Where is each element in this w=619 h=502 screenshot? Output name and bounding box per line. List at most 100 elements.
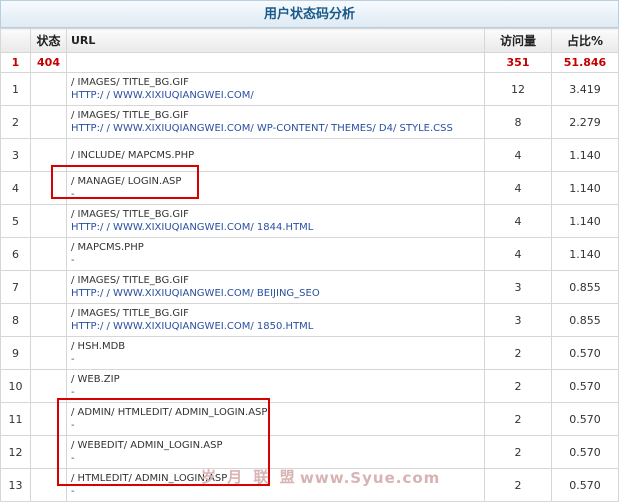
- table-row: 8 / IMAGES/ TITLE_BG.GIF HTTP:/ / WWW.XIXI…: [0, 303, 619, 337]
- status-code-table: 状态 URL 访问量 占比% 1 404 351 51.846 1 / IMAGE…: [0, 28, 619, 502]
- row-index: 4: [0, 171, 31, 205]
- row-visits: 2: [484, 435, 552, 469]
- report-title: 用户状态码分析: [0, 0, 619, 28]
- row-percent: 0.570: [551, 369, 619, 403]
- url-header: URL: [66, 28, 485, 53]
- row-status-cell: [30, 468, 67, 502]
- request-path: / WEB.ZIP: [71, 374, 120, 385]
- table-row: 3 / INCLUDE/ MAPCMS.PHP 4 1.140: [0, 138, 619, 172]
- summary-index: 1: [0, 52, 31, 73]
- row-url-cell: / MAPCMS.PHP -: [66, 237, 485, 271]
- row-percent: 0.855: [551, 270, 619, 304]
- row-visits: 8: [484, 105, 552, 139]
- request-path: / IMAGES/ TITLE_BG.GIF: [71, 209, 189, 220]
- table-row: 12 / WEBEDIT/ ADMIN_LOGIN.ASP -2 0.570: [0, 435, 619, 469]
- row-visits: 4: [484, 138, 552, 172]
- request-path: / IMAGES/ TITLE_BG.GIF: [71, 308, 189, 319]
- row-index: 3: [0, 138, 31, 172]
- row-url-cell: / WEBEDIT/ ADMIN_LOGIN.ASP -: [66, 435, 485, 469]
- row-visits: 3: [484, 270, 552, 304]
- table-row: 10 / WEB.ZIP -2 0.570: [0, 369, 619, 403]
- referrer-link[interactable]: -: [71, 188, 484, 201]
- row-visits: 2: [484, 336, 552, 370]
- row-visits: 3: [484, 303, 552, 337]
- referrer-link[interactable]: -: [71, 254, 484, 267]
- row-percent: 0.570: [551, 336, 619, 370]
- referrer-link[interactable]: HTTP:/ / WWW.XIXIUQIANGWEI.COM/: [71, 89, 484, 102]
- row-url-cell: / IMAGES/ TITLE_BG.GIF HTTP:/ / WWW.XIXIU…: [66, 303, 485, 337]
- table-row: 7 / IMAGES/ TITLE_BG.GIF HTTP:/ / WWW.XIXI…: [0, 270, 619, 304]
- row-visits: 4: [484, 237, 552, 271]
- row-status-cell: [30, 303, 67, 337]
- referrer-link[interactable]: -: [71, 353, 484, 366]
- row-percent: 0.570: [551, 468, 619, 502]
- row-status-cell: [30, 270, 67, 304]
- row-url-cell: / IMAGES/ TITLE_BG.GIF HTTP:/ / WWW.XIXIU…: [66, 72, 485, 106]
- watermark-url: www.Syue.com: [300, 469, 441, 487]
- request-path: / IMAGES/ TITLE_BG.GIF: [71, 77, 189, 88]
- row-percent: 3.419: [551, 72, 619, 106]
- row-url-cell: / IMAGES/ TITLE_BG.GIF HTTP:/ / WWW.XIXIU…: [66, 270, 485, 304]
- percent-header: 占比%: [551, 28, 619, 53]
- table-row: 11 / ADMIN/ HTMLEDIT/ ADMIN_LOGIN.ASP -2 0.…: [0, 402, 619, 436]
- summary-url: [66, 52, 485, 73]
- referrer-link[interactable]: -: [71, 386, 484, 399]
- request-path: / IMAGES/ TITLE_BG.GIF: [71, 110, 189, 121]
- referrer-link[interactable]: HTTP:/ / WWW.XIXIUQIANGWEI.COM/ BEIJING_…: [71, 287, 484, 300]
- request-path: / MANAGE/ LOGIN.ASP: [71, 176, 182, 187]
- referrer-link[interactable]: HTTP:/ / WWW.XIXIUQIANGWEI.COM/ WP-CONTE…: [71, 122, 484, 135]
- row-visits: 2: [484, 468, 552, 502]
- summary-percent: 51.846: [551, 52, 619, 73]
- row-index: 11: [0, 402, 31, 436]
- row-index: 9: [0, 336, 31, 370]
- request-path: / HSH.MDB: [71, 341, 126, 352]
- table-header-row: 状态 URL 访问量 占比%: [0, 28, 619, 53]
- row-status-cell: [30, 72, 67, 106]
- row-percent: 0.570: [551, 402, 619, 436]
- table-row: 9 / HSH.MDB -2 0.570: [0, 336, 619, 370]
- row-url-cell: / IMAGES/ TITLE_BG.GIF HTTP:/ / WWW.XIXIU…: [66, 204, 485, 238]
- referrer-link[interactable]: HTTP:/ / WWW.XIXIUQIANGWEI.COM/ 1850.HTM…: [71, 320, 484, 333]
- table-row: 6 / MAPCMS.PHP -4 1.140: [0, 237, 619, 271]
- row-url-cell: / WEB.ZIP -: [66, 369, 485, 403]
- row-url-cell: / ADMIN/ HTMLEDIT/ ADMIN_LOGIN.ASP -: [66, 402, 485, 436]
- row-visits: 2: [484, 369, 552, 403]
- row-status-cell: [30, 237, 67, 271]
- row-percent: 1.140: [551, 138, 619, 172]
- referrer-link[interactable]: -: [71, 452, 484, 465]
- row-status-cell: [30, 336, 67, 370]
- row-visits: 4: [484, 171, 552, 205]
- row-visits: 12: [484, 72, 552, 106]
- row-percent: 0.570: [551, 435, 619, 469]
- row-status-cell: [30, 204, 67, 238]
- row-status-cell: [30, 435, 67, 469]
- row-percent: 0.855: [551, 303, 619, 337]
- visits-header: 访问量: [484, 28, 552, 53]
- row-url-cell: / HSH.MDB -: [66, 336, 485, 370]
- table-row: 5 / IMAGES/ TITLE_BG.GIF HTTP:/ / WWW.XIXI…: [0, 204, 619, 238]
- table-row: 4/ MANAGE/ LOGIN.ASP -4 1.140: [0, 171, 619, 205]
- row-percent: 1.140: [551, 237, 619, 271]
- row-index: 8: [0, 303, 31, 337]
- row-status-cell: [30, 105, 67, 139]
- row-index: 1: [0, 72, 31, 106]
- row-percent: 2.279: [551, 105, 619, 139]
- table-row: 2 / IMAGES/ TITLE_BG.GIF HTTP:/ / WWW.XIXI…: [0, 105, 619, 139]
- row-percent: 1.140: [551, 171, 619, 205]
- row-index: 7: [0, 270, 31, 304]
- index-header: [0, 28, 31, 53]
- referrer-link[interactable]: -: [71, 419, 484, 432]
- row-url-cell: / IMAGES/ TITLE_BG.GIF HTTP:/ / WWW.XIXIU…: [66, 105, 485, 139]
- row-status-cell: [30, 171, 67, 205]
- request-path: / INCLUDE/ MAPCMS.PHP: [71, 149, 195, 161]
- request-path: / WEBEDIT/ ADMIN_LOGIN.ASP: [71, 440, 223, 451]
- row-index: 12: [0, 435, 31, 469]
- row-status-cell: [30, 369, 67, 403]
- table-row: 1 / IMAGES/ TITLE_BG.GIF HTTP:/ / WWW.XIXI…: [0, 72, 619, 106]
- row-percent: 1.140: [551, 204, 619, 238]
- row-index: 6: [0, 237, 31, 271]
- status-header: 状态: [30, 28, 67, 53]
- summary-visits: 351: [484, 52, 552, 73]
- referrer-link[interactable]: HTTP:/ / WWW.XIXIUQIANGWEI.COM/ 1844.HTM…: [71, 221, 484, 234]
- row-visits: 2: [484, 402, 552, 436]
